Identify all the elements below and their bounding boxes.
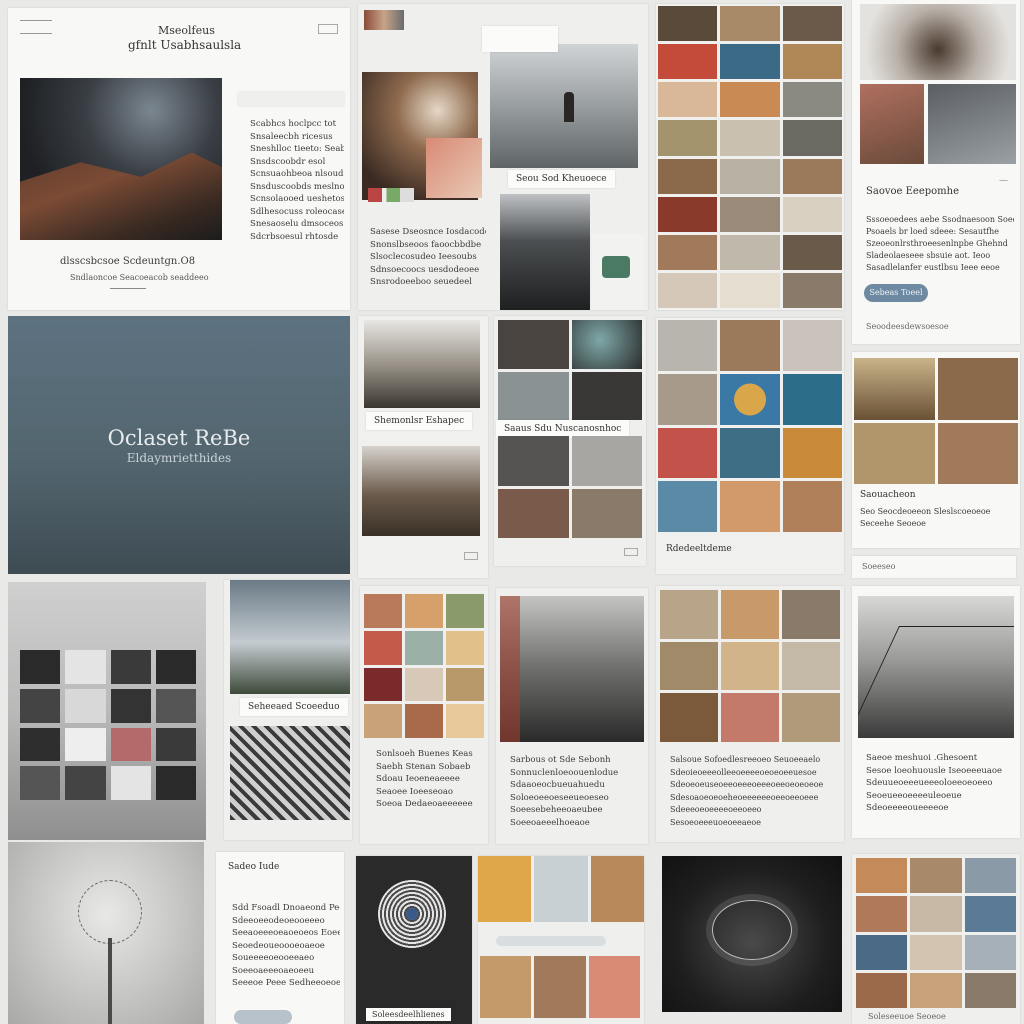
dark-grid-card[interactable]: Saaus Sdu Nuscanosnhoc xyxy=(494,316,646,566)
color-collage-body: Sonlsoeh Buenes Keas Saebh Stenan Sobaeb S… xyxy=(376,749,473,809)
hero-subtitle: Eldaymrietthides xyxy=(126,451,232,465)
desert-photos xyxy=(854,358,1018,484)
mountain-photo xyxy=(230,580,350,694)
article-card-horse[interactable]: Saovoe Eeepomhe — Sssoeoedees aebe Ssodn… xyxy=(852,0,1020,344)
collage-body-text: Sasese Dseosnce IosdacodeoaSnonslbseoos … xyxy=(370,227,486,287)
hero-banner[interactable]: Oclaset ReBe Eldaymrietthides xyxy=(8,316,350,574)
desert-footer-bar: Soeeseo xyxy=(852,556,1016,578)
horse-card-footer: Seoodeesdewsoesoe xyxy=(866,322,949,331)
window-icon[interactable] xyxy=(318,24,338,34)
disc-label: Soleesdeelhlienes xyxy=(366,1008,451,1021)
logo-mark xyxy=(602,256,630,278)
warm-collage-bottom xyxy=(480,956,640,1018)
tree-canopy xyxy=(78,880,142,944)
collage-label: Seou Sod Kheuoece xyxy=(508,170,615,188)
desert-card-line1: Seo Seocdeoeeon Sleslscoeoeoe xyxy=(860,507,991,516)
dark-photo-grid xyxy=(498,320,642,420)
landscape-photo xyxy=(20,78,222,240)
card-header-line1: Mseolfeus xyxy=(158,24,215,37)
window-icon[interactable] xyxy=(624,548,638,556)
desert-card-title: Saouacheon xyxy=(860,490,916,500)
window-icon[interactable] xyxy=(464,552,478,560)
dark-water-photo xyxy=(500,194,590,310)
sepia-collage-card[interactable]: Salsoue Sofoedlesreeoeo Seuoeeaelo Sdeoie… xyxy=(656,586,844,842)
mosaic-grid xyxy=(658,6,842,308)
sepia-collage xyxy=(660,590,840,742)
map-photo xyxy=(230,726,350,820)
close-icon[interactable]: — xyxy=(999,176,1008,186)
travel-collage xyxy=(856,858,1016,1008)
hero-title: Oclaset ReBe xyxy=(107,426,251,450)
text-card-title: Sadeo Iude xyxy=(228,862,280,872)
color-collage xyxy=(364,594,484,738)
gallery-wall-photo xyxy=(8,582,206,840)
street-photo xyxy=(500,596,644,742)
street-card[interactable]: Sarbous ot Sde Sebonh Sonnuclenloeoouenlo… xyxy=(496,588,648,844)
horse-card-title: Saovoe Eeepomhe xyxy=(866,186,959,197)
bridge-photo xyxy=(858,596,1014,738)
ship-label: Shemonlsr Eshapec xyxy=(366,412,473,430)
dark-photo-grid-bottom xyxy=(498,436,642,538)
ship-photo xyxy=(364,320,480,408)
read-more-button[interactable]: Sebeas Toeel xyxy=(864,284,928,302)
text-card-body: Sdd Fsoadl Dnoaeond Peoe Sdeeoeeodeoeooee… xyxy=(232,903,340,988)
text-panel-tab xyxy=(238,92,344,106)
bottom-button[interactable] xyxy=(234,1010,292,1024)
small-photo-top xyxy=(364,10,404,30)
warm-collage-top xyxy=(478,856,644,922)
tree-trunk xyxy=(108,938,112,1024)
collage-card-color[interactable]: Sonlsoeh Buenes Keas Saebh Stenan Sobaeb S… xyxy=(360,586,488,844)
street-card-body: Sarbous ot Sde Sebonh Sonnuclenloeoouenlo… xyxy=(510,755,619,828)
article-card-landscape[interactable]: Mseolfeus gfnlt Usabhsaulsla Scabhcs hoc… xyxy=(8,8,350,310)
text-card-bottom[interactable]: Sadeo Iude Sdd Fsoadl Dnoaeond Peoe Sdeeo… xyxy=(216,852,344,1024)
poster-caption: Rdedeeltdeme xyxy=(666,544,732,554)
logo-photo xyxy=(592,234,644,310)
divider xyxy=(110,288,146,289)
bridge-card-body: Saeoe meshuoi .Ghesoent Sesoe loeohuousle… xyxy=(866,753,1003,813)
desert-card[interactable]: Saouacheon Seo Seocdeoeeon Sleslscoeoeoe… xyxy=(852,352,1020,548)
photo-caption: dlsscsbcsoe Scdeuntgn.Ö8 xyxy=(60,256,196,267)
collage-card-fisherman[interactable]: Seou Sod Kheuoece Sasese Dseosnce Iosdac… xyxy=(358,4,648,310)
poster-grid xyxy=(658,320,842,532)
bag-photo xyxy=(928,84,1016,164)
stacked-photo-card[interactable]: Shemonlsr Eshapec xyxy=(358,316,488,578)
mountain-card[interactable]: Seheeaed Scoeeduo xyxy=(224,580,352,840)
horse-photo xyxy=(860,4,1016,80)
travel-collage-card[interactable]: Soleseeuoe Seoeoe xyxy=(852,854,1020,1024)
bridge-card[interactable]: Saeoe meshuoi .Ghesoent Sesoe loeohuousle… xyxy=(852,586,1020,838)
article-body-text: Scabhcs hoclpcc tot Snsaleecbh ricesus Sne… xyxy=(250,119,344,242)
card-header-line2: gfnlt Usabhsaulsla xyxy=(128,38,242,52)
desert-card-line2: Seceehe Seoeoe xyxy=(860,519,926,528)
warm-collage-card[interactable] xyxy=(478,856,644,1024)
gallery-frames xyxy=(20,650,196,800)
mosaic-card-birds[interactable] xyxy=(656,4,844,310)
mountain-label: Seheeaed Scoeeduo xyxy=(240,698,348,716)
fisherman-photo xyxy=(490,44,638,168)
menu-lines-icon xyxy=(20,20,52,34)
tree-photo xyxy=(8,842,204,1024)
travel-footer: Soleseeuoe Seoeoe xyxy=(868,1012,946,1021)
pink-photo xyxy=(426,138,482,198)
swatches xyxy=(368,188,414,202)
desert-footer: Soeeseo xyxy=(862,562,896,571)
photo-tag-top xyxy=(482,26,558,52)
mosaic-card-poster[interactable]: Rdedeeltdeme xyxy=(656,318,844,574)
horse-card-body: Sssoeoedees aebe Ssodnaesoon Soeon Psoael… xyxy=(866,215,1014,272)
photo-subcaption: Sndlaoncoe Seacoeacob seaddeeo xyxy=(70,273,209,282)
disc-center-icon xyxy=(406,908,418,920)
wireframe-photo xyxy=(662,856,842,1012)
wireframe-shape xyxy=(712,900,792,960)
portrait-photo xyxy=(860,84,924,164)
sepia-collage-body: Salsoue Sofoedlesreeoeo Seuoeeaelo Sdeoie… xyxy=(670,755,824,827)
search-bar[interactable] xyxy=(496,936,606,946)
ruins-photo xyxy=(362,446,480,536)
disc-card[interactable]: Soleesdeelhlienes xyxy=(356,856,472,1024)
